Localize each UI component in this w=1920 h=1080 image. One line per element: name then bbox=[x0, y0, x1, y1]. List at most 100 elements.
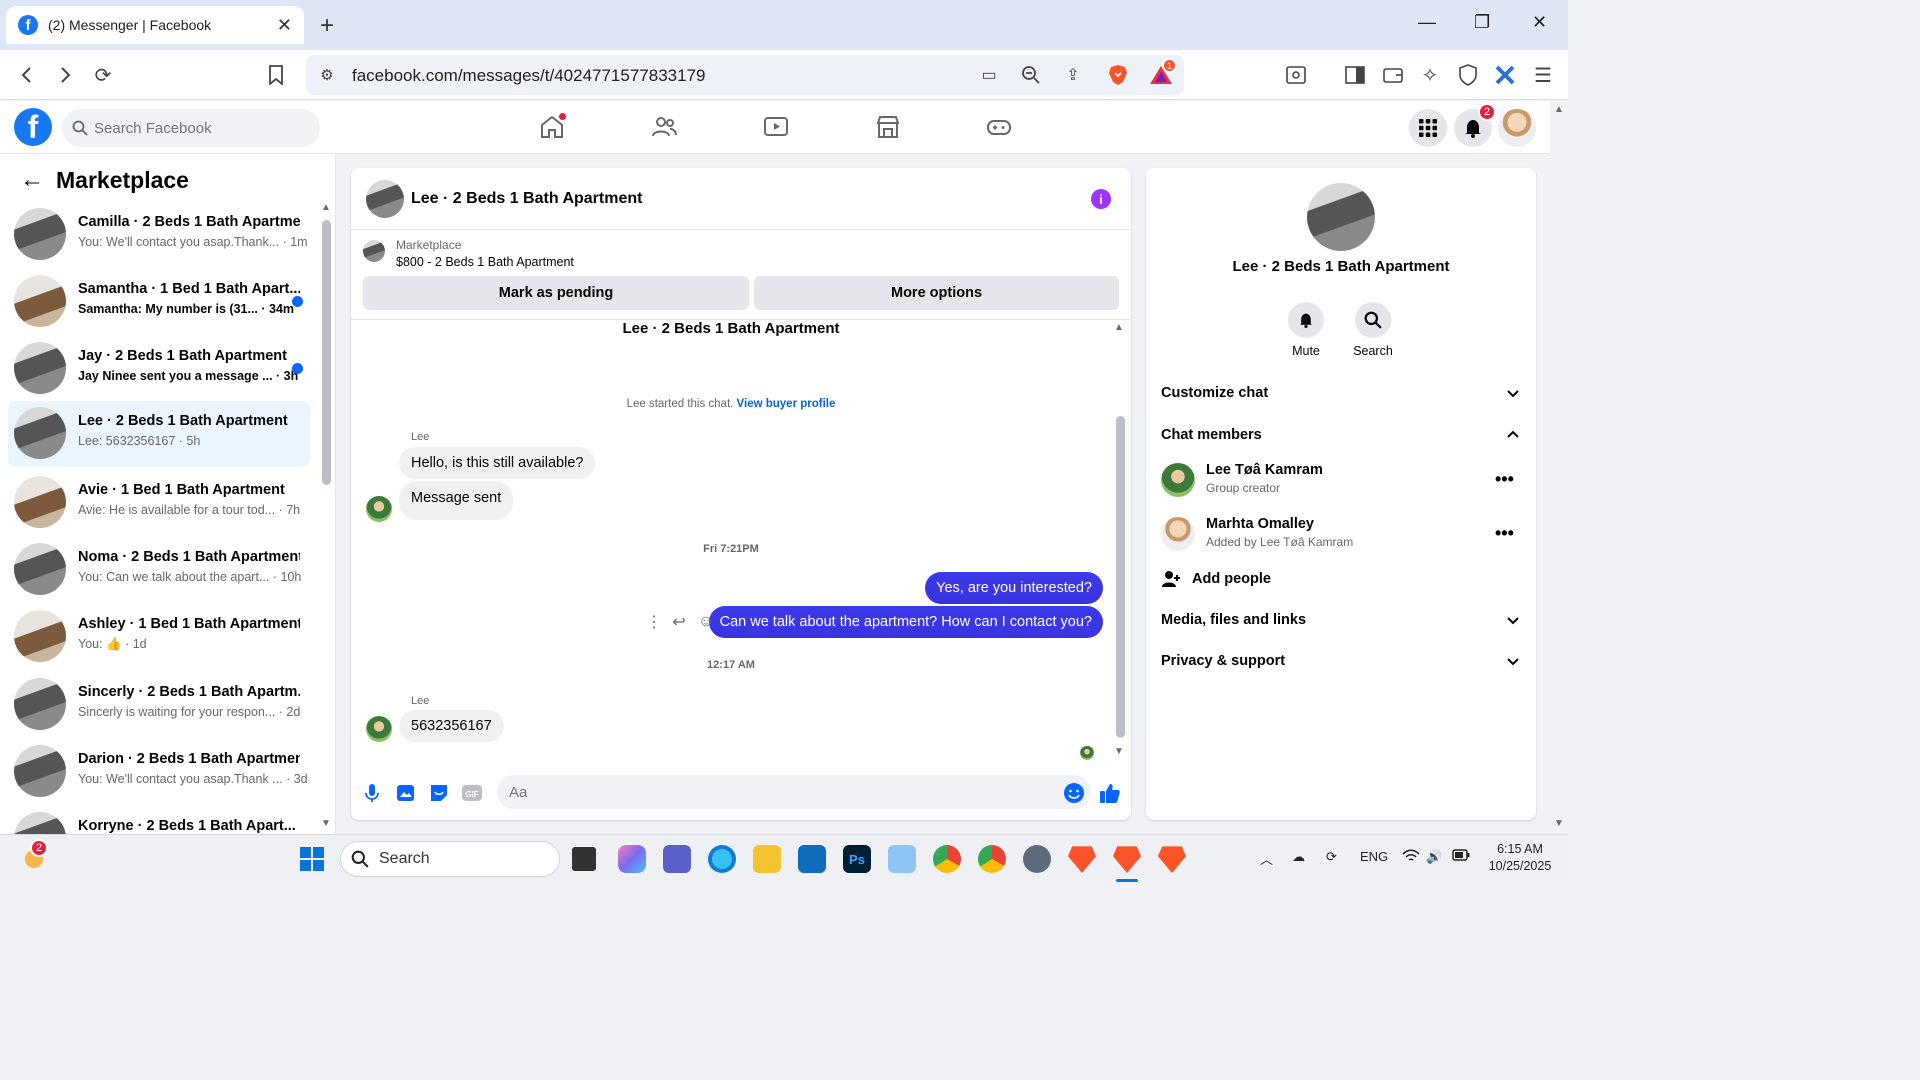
conversation-item[interactable]: Korryne · 2 Beds 1 Bath Apart... bbox=[8, 806, 310, 834]
marketplace-icon[interactable] bbox=[874, 113, 902, 141]
gif-icon[interactable]: GIF bbox=[461, 782, 483, 804]
restore-icon[interactable]: ❐ bbox=[1474, 12, 1490, 33]
conversation-item-selected[interactable]: Lee · 2 Beds 1 Bath Apartment Lee: 56323… bbox=[8, 401, 310, 467]
sender-avatar[interactable] bbox=[366, 496, 392, 522]
more-options-button[interactable]: More options bbox=[754, 276, 1119, 310]
facebook-search[interactable] bbox=[62, 109, 320, 147]
brave-icon[interactable] bbox=[1068, 846, 1096, 873]
sidebar-icon[interactable] bbox=[1342, 62, 1368, 88]
photo-icon[interactable] bbox=[395, 782, 417, 804]
member-item[interactable]: Lee Tøâ Kamram Group creator ••• bbox=[1161, 459, 1521, 503]
wifi-icon[interactable] bbox=[1402, 849, 1420, 863]
start-button-icon[interactable] bbox=[298, 845, 326, 873]
conversation-item[interactable]: Avie · 1 Bed 1 Bath Apartment Avie: He i… bbox=[8, 470, 310, 534]
forward-icon[interactable] bbox=[52, 62, 78, 88]
search-conversation-button[interactable]: Search bbox=[1338, 302, 1408, 358]
reload-icon[interactable]: ⟳ bbox=[90, 62, 116, 88]
outgoing-message[interactable]: Yes, are you interested? bbox=[925, 572, 1103, 604]
privacy-support-row[interactable]: Privacy & support bbox=[1161, 646, 1521, 676]
conversation-item[interactable]: Darion · 2 Beds 1 Bath Apartment You: We… bbox=[8, 739, 310, 803]
like-icon[interactable] bbox=[1099, 782, 1121, 804]
add-people-row[interactable]: Add people bbox=[1161, 564, 1521, 594]
member-item[interactable]: Marhta Omalley Added by Lee Tøâ Kamram •… bbox=[1161, 513, 1521, 557]
page-scroll-down-icon[interactable]: ▼ bbox=[1554, 818, 1564, 829]
menu-grid-button[interactable] bbox=[1409, 109, 1447, 147]
system-clock[interactable]: 6:15 AM 10/25/2025 bbox=[1480, 841, 1560, 875]
copilot-icon[interactable] bbox=[618, 845, 646, 873]
member-more-icon[interactable]: ••• bbox=[1495, 469, 1514, 490]
profile-avatar[interactable] bbox=[1498, 109, 1536, 147]
browser-tab[interactable]: f (2) Messenger | Facebook ✕ bbox=[6, 6, 304, 44]
mark-pending-button[interactable]: Mark as pending bbox=[363, 276, 749, 310]
mute-button[interactable]: Mute bbox=[1271, 302, 1341, 358]
incoming-message[interactable]: Hello, is this still available? bbox=[399, 447, 596, 479]
menu-icon[interactable]: ☰ bbox=[1530, 62, 1556, 88]
close-tab-icon[interactable]: ✕ bbox=[277, 15, 292, 36]
photoshop-icon[interactable]: Ps bbox=[843, 845, 871, 873]
tray-overflow-icon[interactable]: ︿ bbox=[1260, 849, 1273, 868]
zoom-icon[interactable] bbox=[1018, 62, 1044, 88]
cast-icon[interactable]: ▭ bbox=[976, 62, 1002, 88]
customize-chat-row[interactable]: Customize chat bbox=[1161, 378, 1521, 408]
media-files-row[interactable]: Media, files and links bbox=[1161, 605, 1521, 635]
react-icon[interactable]: ☺ bbox=[696, 612, 716, 632]
sync-icon[interactable]: ⟳ bbox=[1326, 849, 1337, 865]
more-actions-icon[interactable]: ⋮ bbox=[644, 612, 664, 632]
list-scroll-up-icon[interactable]: ▲ bbox=[321, 202, 331, 213]
battery-icon[interactable] bbox=[1452, 849, 1470, 861]
conversation-item[interactable]: Noma · 2 Beds 1 Bath Apartment You: Can … bbox=[8, 537, 310, 601]
incoming-message[interactable]: 5632356167 bbox=[399, 710, 504, 742]
chat-members-row[interactable]: Chat members bbox=[1161, 420, 1521, 450]
volume-icon[interactable]: 🔊 bbox=[1426, 849, 1442, 865]
listing-title[interactable]: $800 - 2 Beds 1 Bath Apartment bbox=[396, 255, 574, 269]
chat-scroll-down-icon[interactable]: ▼ bbox=[1114, 746, 1124, 757]
search-input[interactable] bbox=[94, 119, 304, 137]
reader-mode-icon[interactable] bbox=[1283, 62, 1309, 88]
vpn-icon[interactable] bbox=[1455, 62, 1481, 88]
gaming-icon[interactable] bbox=[985, 113, 1013, 141]
reply-icon[interactable]: ↩ bbox=[669, 612, 689, 632]
back-arrow-icon[interactable]: ← bbox=[20, 166, 44, 194]
chat-scrollbar[interactable] bbox=[1116, 416, 1125, 738]
minimize-icon[interactable]: — bbox=[1418, 12, 1436, 33]
language-indicator[interactable]: ENG bbox=[1360, 849, 1388, 864]
chat-title[interactable]: Lee · 2 Beds 1 Bath Apartment bbox=[411, 190, 642, 208]
sticker-icon[interactable] bbox=[428, 782, 450, 804]
brave-icon[interactable] bbox=[1158, 846, 1186, 873]
member-more-icon[interactable]: ••• bbox=[1495, 523, 1514, 544]
message-input[interactable] bbox=[497, 775, 1091, 809]
site-settings-icon[interactable]: ⚙ bbox=[314, 62, 340, 88]
task-view-icon[interactable] bbox=[572, 847, 596, 871]
info-icon[interactable]: i bbox=[1091, 189, 1111, 209]
conversation-photo[interactable] bbox=[1307, 183, 1375, 251]
brave-active-icon[interactable] bbox=[1113, 846, 1141, 873]
app-icon[interactable] bbox=[1023, 845, 1051, 873]
list-scroll-down-icon[interactable]: ▼ bbox=[321, 818, 331, 829]
teams-icon[interactable] bbox=[663, 845, 691, 873]
chat-scroll-up-icon[interactable]: ▲ bbox=[1114, 322, 1124, 333]
taskbar-search[interactable]: Search bbox=[340, 841, 560, 877]
new-tab-icon[interactable]: + bbox=[320, 12, 334, 40]
sender-avatar[interactable] bbox=[366, 716, 392, 742]
conversation-item[interactable]: Camilla · 2 Beds 1 Bath Apartme... You: … bbox=[8, 202, 310, 266]
friends-icon[interactable] bbox=[650, 113, 678, 141]
bookmark-icon[interactable] bbox=[263, 62, 289, 88]
chrome-icon[interactable] bbox=[933, 845, 961, 873]
outlook-icon[interactable] bbox=[798, 845, 826, 873]
view-buyer-profile-link[interactable]: View buyer profile bbox=[737, 398, 836, 410]
conversation-item[interactable]: Samantha · 1 Bed 1 Bath Apart... Samanth… bbox=[8, 269, 310, 333]
file-explorer-icon[interactable] bbox=[753, 845, 781, 873]
chrome-profile-icon[interactable] bbox=[978, 845, 1006, 873]
watch-icon[interactable] bbox=[762, 113, 790, 141]
brave-shields-icon[interactable] bbox=[1107, 64, 1129, 86]
address-bar[interactable]: ⚙ facebook.com/messages/t/40247715778331… bbox=[306, 55, 1184, 95]
outgoing-message[interactable]: Can we talk about the apartment? How can… bbox=[708, 606, 1103, 638]
leo-ai-icon[interactable]: ✧ bbox=[1417, 62, 1443, 88]
app-icon[interactable] bbox=[888, 845, 916, 873]
page-scroll-up-icon[interactable]: ▲ bbox=[1554, 104, 1564, 115]
conversation-item[interactable]: Sincerly · 2 Beds 1 Bath Apartm... Since… bbox=[8, 672, 310, 736]
list-scrollbar[interactable] bbox=[322, 220, 331, 485]
emoji-icon[interactable] bbox=[1063, 782, 1085, 804]
chat-thumbnail[interactable] bbox=[366, 180, 404, 218]
microphone-icon[interactable] bbox=[361, 782, 383, 804]
